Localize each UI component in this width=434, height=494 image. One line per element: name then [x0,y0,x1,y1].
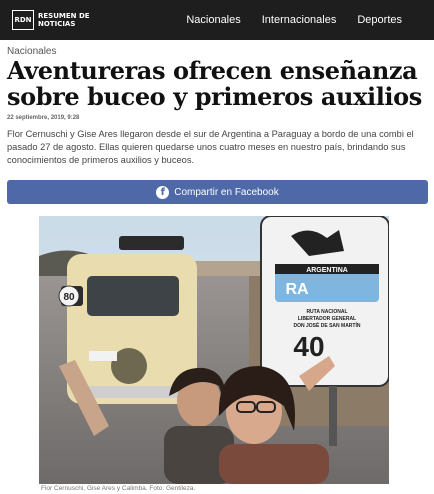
sign-line-1: RUTA NACIONAL [306,309,347,315]
logo-line-1: RESUMEN DE [38,12,90,20]
nav-link-deportes[interactable]: Deportes [357,14,402,26]
nav-link-nacionales[interactable]: Nacionales [186,14,240,26]
facebook-icon: f [156,185,170,199]
article-headline: Aventureras ofrecen enseñanza sobre buce… [7,56,422,111]
sign-country: ARGENTINA [306,267,348,274]
van-number: 80 [63,292,75,303]
share-facebook-button[interactable]: f Compartir en Facebook [7,180,428,204]
top-navbar: RDN RESUMEN DE NOTICIAS Nacionales Inter… [0,0,434,40]
sign-post [329,386,337,446]
logo-wordmark: RESUMEN DE NOTICIAS [38,12,90,28]
share-label: Compartir en Facebook [174,186,279,198]
photo-illustration: 80 ARGENTINA RA RUTA NACIONAL LIBERTADOR… [39,216,389,484]
roof-luggage [119,236,184,250]
nav-links: Nacionales Internacionales Deportes [186,0,434,40]
nav-link-internacionales[interactable]: Internacionales [262,14,337,26]
logo-mark: RDN [12,10,34,30]
article-date: 22 septiembre, 2019, 9:28 [7,115,80,121]
sign-number: 40 [293,331,324,362]
scarf-right [219,444,329,484]
sign-line-2: LIBERTADOR GENERAL [298,316,356,322]
photo-caption: Flor Cernuschi, Gise Ares y Calimba. Fot… [41,485,196,492]
van-plate [89,351,117,361]
article-photo: 80 ARGENTINA RA RUTA NACIONAL LIBERTADOR… [39,216,389,484]
sign-line-3: DON JOSÉ DE SAN MARTÍN [294,321,361,329]
sign-code: RA [285,281,309,298]
site-logo[interactable]: RDN RESUMEN DE NOTICIAS [12,10,90,30]
article-lead: Flor Cernuschi y Gise Ares llegaron desd… [7,129,414,165]
logo-line-2: NOTICIAS [38,20,76,28]
van-rear-window [87,276,179,316]
